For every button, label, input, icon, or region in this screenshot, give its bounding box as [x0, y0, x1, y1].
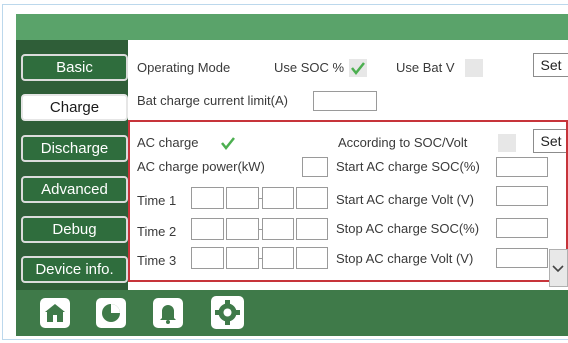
use-soc-label: Use SOC % [274, 60, 345, 75]
sidebar: Basic Charge Discharge Advanced Debug De… [16, 40, 128, 290]
header-bar [16, 14, 568, 40]
operating-mode-label: Operating Mode [137, 60, 231, 75]
bell-icon[interactable] [153, 298, 183, 328]
bat-charge-limit-input[interactable] [313, 91, 377, 111]
sidebar-item-discharge[interactable]: Discharge [21, 135, 128, 162]
gear-icon[interactable] [211, 296, 244, 329]
home-icon[interactable] [40, 298, 70, 328]
mode-set-button[interactable]: Set [533, 53, 568, 77]
pie-chart-icon[interactable] [96, 298, 126, 328]
ac-charge-highlight [128, 120, 568, 282]
bat-charge-limit-label: Bat charge current limit(A) [137, 93, 288, 108]
use-batv-label: Use Bat V [396, 60, 455, 75]
sidebar-item-charge[interactable]: Charge [21, 94, 128, 121]
sidebar-item-basic[interactable]: Basic [21, 54, 128, 81]
use-soc-checkbox[interactable] [349, 59, 367, 77]
use-batv-checkbox[interactable] [465, 59, 483, 77]
sidebar-item-advanced[interactable]: Advanced [21, 176, 128, 203]
sidebar-item-device-info[interactable]: Device info. [21, 256, 128, 283]
chevron-down-icon [552, 265, 564, 273]
sidebar-item-debug[interactable]: Debug [21, 216, 128, 243]
scroll-down-button[interactable] [549, 249, 568, 287]
checkmark-icon [351, 62, 365, 76]
